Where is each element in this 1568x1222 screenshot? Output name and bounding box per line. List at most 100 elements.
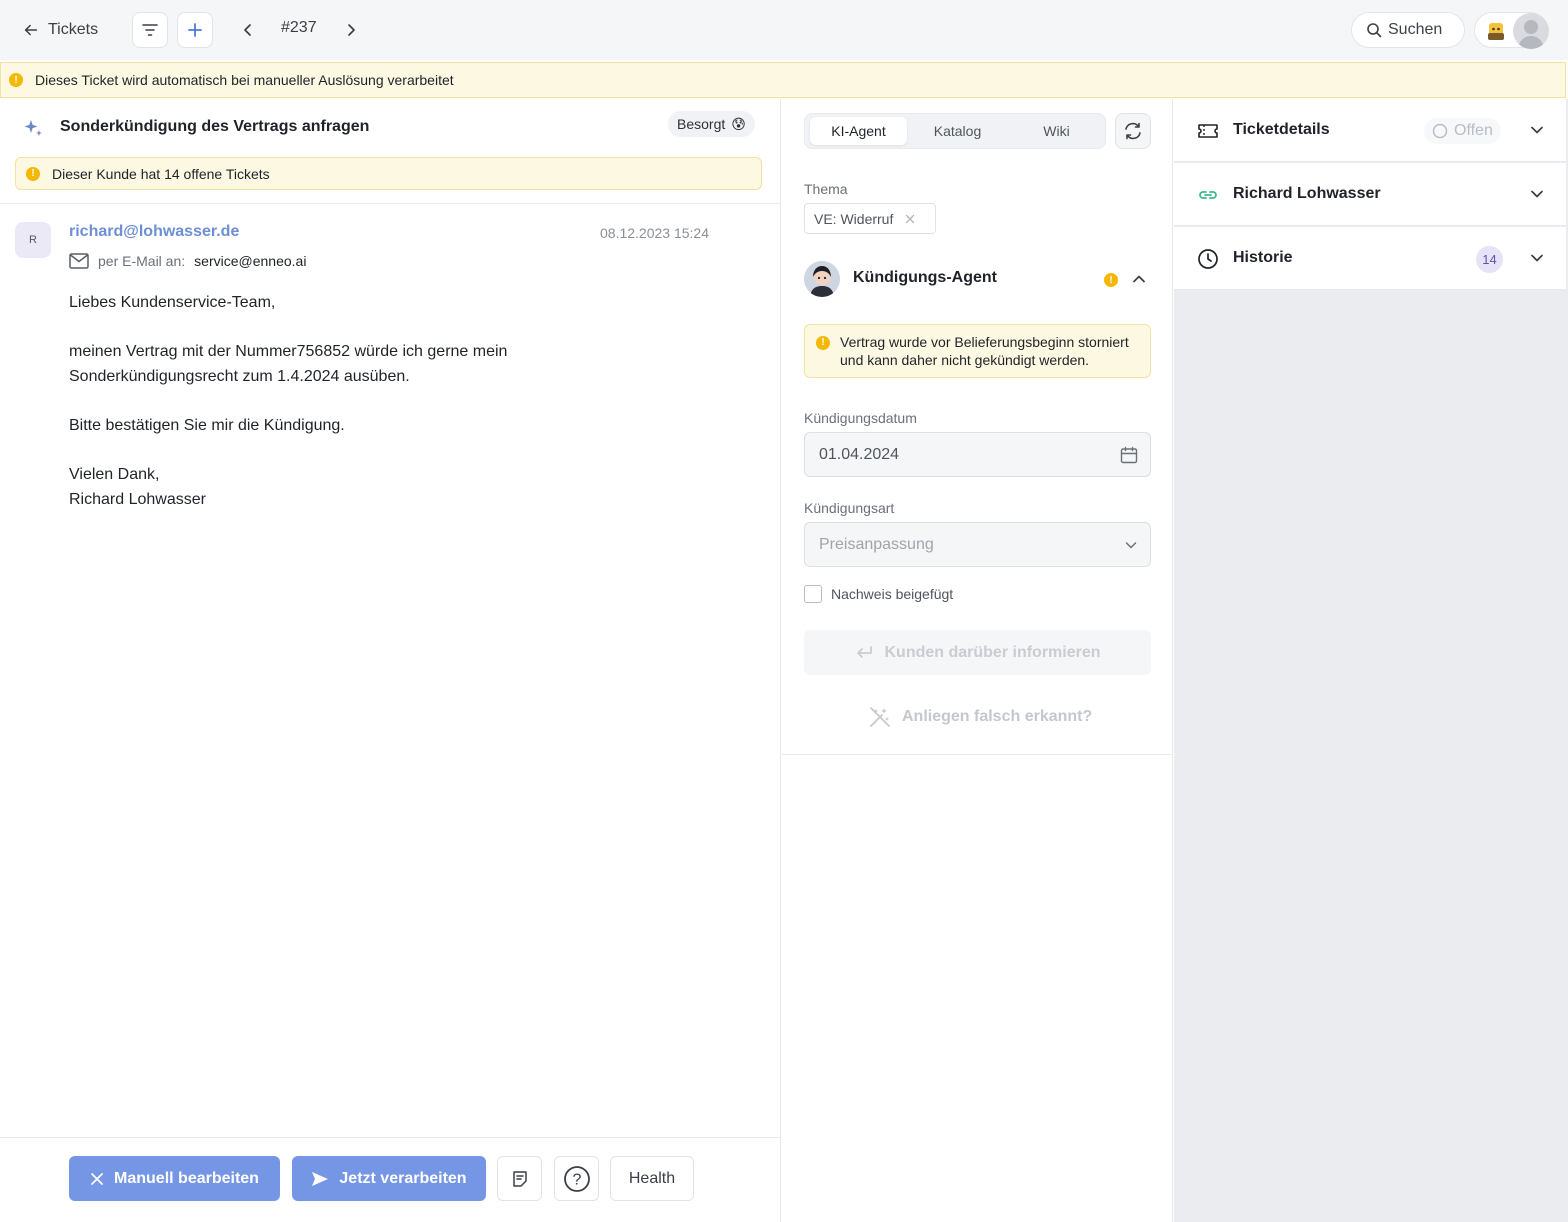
previous-ticket-button[interactable] [236, 18, 260, 42]
note-icon [512, 1170, 527, 1187]
process-now-button[interactable]: Jetzt verarbeiten [292, 1156, 486, 1201]
ticket-conversation-panel: Sonderkündigung des Vertrags anfragen Be… [0, 99, 781, 1222]
health-button[interactable]: Health [610, 1156, 694, 1201]
customer-name: Richard Lohwasser [1233, 185, 1381, 202]
tab-wiki[interactable]: Wiki [1008, 117, 1105, 145]
divider [0, 203, 781, 204]
manual-edit-label: Manuell bearbeiten [114, 1169, 259, 1187]
help-glyph: ? [572, 1171, 581, 1188]
agent-warning-text: Vertrag wurde vor Belieferungsbeginn sto… [840, 334, 1129, 368]
termination-date-field[interactable]: 01.04.2024 [804, 432, 1151, 477]
history-count-badge: 14 [1476, 246, 1503, 273]
filter-button[interactable] [132, 12, 168, 48]
topic-label: Thema [804, 181, 848, 197]
proof-attached-row[interactable]: Nachweis beigefügt [804, 585, 953, 603]
sender-avatar: R [15, 222, 51, 258]
sparkle-icon [24, 120, 42, 136]
topic-value: VE: Widerruf [814, 210, 894, 227]
termination-type-value: Preisanpassung [819, 535, 934, 553]
sentiment-label: Besorgt [677, 116, 726, 132]
chevron-right-icon [348, 24, 355, 36]
next-ticket-button[interactable] [339, 18, 363, 42]
inform-customer-label: Kunden darüber informieren [884, 643, 1101, 661]
help-icon: ? [563, 1165, 590, 1192]
calendar-icon[interactable] [1120, 446, 1138, 464]
ticket-number: #237 [281, 19, 317, 36]
chevron-up-icon[interactable] [1129, 269, 1149, 289]
user-silhouette-icon [1518, 20, 1544, 49]
close-icon[interactable] [905, 214, 915, 224]
message-channel: per E-Mail an: service@enneo.ai [69, 253, 306, 269]
chevron-down-icon[interactable] [1527, 184, 1547, 204]
send-icon [312, 1171, 329, 1186]
history-title: Historie [1233, 249, 1293, 266]
agent-emoji-icon [1488, 23, 1504, 40]
back-to-tickets-button[interactable]: Tickets [22, 16, 98, 44]
status-label: Offen [1454, 122, 1493, 139]
agent-status-warning-icon: ! [1104, 273, 1118, 287]
sentiment-badge: Besorgt 😰 [668, 111, 755, 137]
banner-text: Dieses Ticket wird automatisch bei manue… [35, 72, 454, 88]
ticket-subject: Sonderkündigung des Vertrags anfragen [60, 118, 370, 135]
agent-avatar [804, 261, 840, 297]
search-button[interactable]: Suchen [1351, 12, 1465, 48]
top-bar: Tickets #237 Suchen [0, 0, 1568, 60]
magic-off-icon [870, 707, 890, 727]
proof-attached-label: Nachweis beigefügt [831, 586, 954, 602]
notes-button[interactable] [497, 1156, 542, 1201]
ticket-details-title: Ticketdetails [1233, 121, 1330, 138]
termination-type-select[interactable]: Preisanpassung [804, 522, 1151, 567]
date-label: Kündigungsdatum [804, 410, 917, 426]
proof-attached-checkbox[interactable] [804, 585, 822, 603]
message-date: 08.12.2023 15:24 [600, 225, 709, 241]
search-label: Suchen [1388, 21, 1443, 38]
user-avatar [1513, 13, 1549, 49]
clock-icon [1198, 249, 1218, 269]
agent-name: Kündigungs-Agent [853, 269, 997, 286]
arrow-left-icon [24, 24, 38, 36]
refresh-icon [1125, 122, 1141, 140]
type-label: Kündigungsart [804, 500, 895, 516]
filter-icon [142, 24, 158, 36]
history-section[interactable]: Historie 14 [1174, 227, 1566, 290]
link-icon [1199, 191, 1217, 199]
warning-icon: ! [9, 73, 23, 87]
customer-section[interactable]: Richard Lohwasser [1174, 163, 1566, 226]
wrong-intent-label: Anliegen falsch erkannt? [902, 708, 1093, 725]
tab-ki-agent[interactable]: KI-Agent [810, 117, 907, 145]
chevron-down-icon [1125, 541, 1137, 548]
manual-edit-button[interactable]: Manuell bearbeiten [69, 1156, 280, 1201]
search-icon [1367, 23, 1382, 38]
divider [0, 1137, 781, 1138]
message-body: Liebes Kundenservice-Team, meinen Vertra… [69, 294, 508, 508]
back-label: Tickets [48, 21, 99, 38]
new-ticket-button[interactable] [177, 12, 213, 48]
wrong-intent-button[interactable]: Anliegen falsch erkannt? [868, 705, 1092, 729]
warning-icon: ! [26, 166, 40, 181]
agent-portrait-icon [804, 261, 840, 297]
worried-face-icon: 😰 [731, 115, 746, 132]
plus-icon [188, 23, 202, 37]
agent-tabs: KI-Agent Katalog Wiki [804, 113, 1106, 149]
ai-agent-panel: KI-Agent Katalog Wiki Thema VE: Widerruf… [782, 99, 1173, 1222]
chevron-left-icon [244, 24, 251, 36]
ticket-sidebar: Ticketdetails Offen Richard Lohwasser Hi… [1174, 99, 1568, 1222]
auto-processing-banner: ! Dieses Ticket wird automatisch bei man… [0, 62, 1566, 98]
user-menu[interactable] [1474, 12, 1549, 49]
termination-date-value: 01.04.2024 [819, 445, 900, 463]
tab-katalog[interactable]: Katalog [909, 117, 1006, 145]
recipient-address: service@enneo.ai [194, 253, 307, 269]
status-badge: Offen [1424, 118, 1501, 144]
help-button[interactable]: ? [554, 1156, 599, 1201]
close-icon [91, 1172, 103, 1185]
chevron-down-icon[interactable] [1527, 120, 1547, 140]
topic-chip[interactable]: VE: Widerruf [804, 203, 936, 234]
ticket-details-section[interactable]: Ticketdetails Offen [1174, 99, 1566, 162]
divider [782, 754, 1173, 755]
ticket-icon [1198, 124, 1218, 138]
sender-email-link[interactable]: richard@lohwasser.de [69, 223, 239, 241]
chevron-down-icon[interactable] [1527, 248, 1547, 268]
refresh-button[interactable] [1115, 113, 1151, 149]
via-label: per E-Mail an: [98, 253, 186, 269]
inform-customer-button[interactable]: Kunden darüber informieren [804, 630, 1151, 675]
